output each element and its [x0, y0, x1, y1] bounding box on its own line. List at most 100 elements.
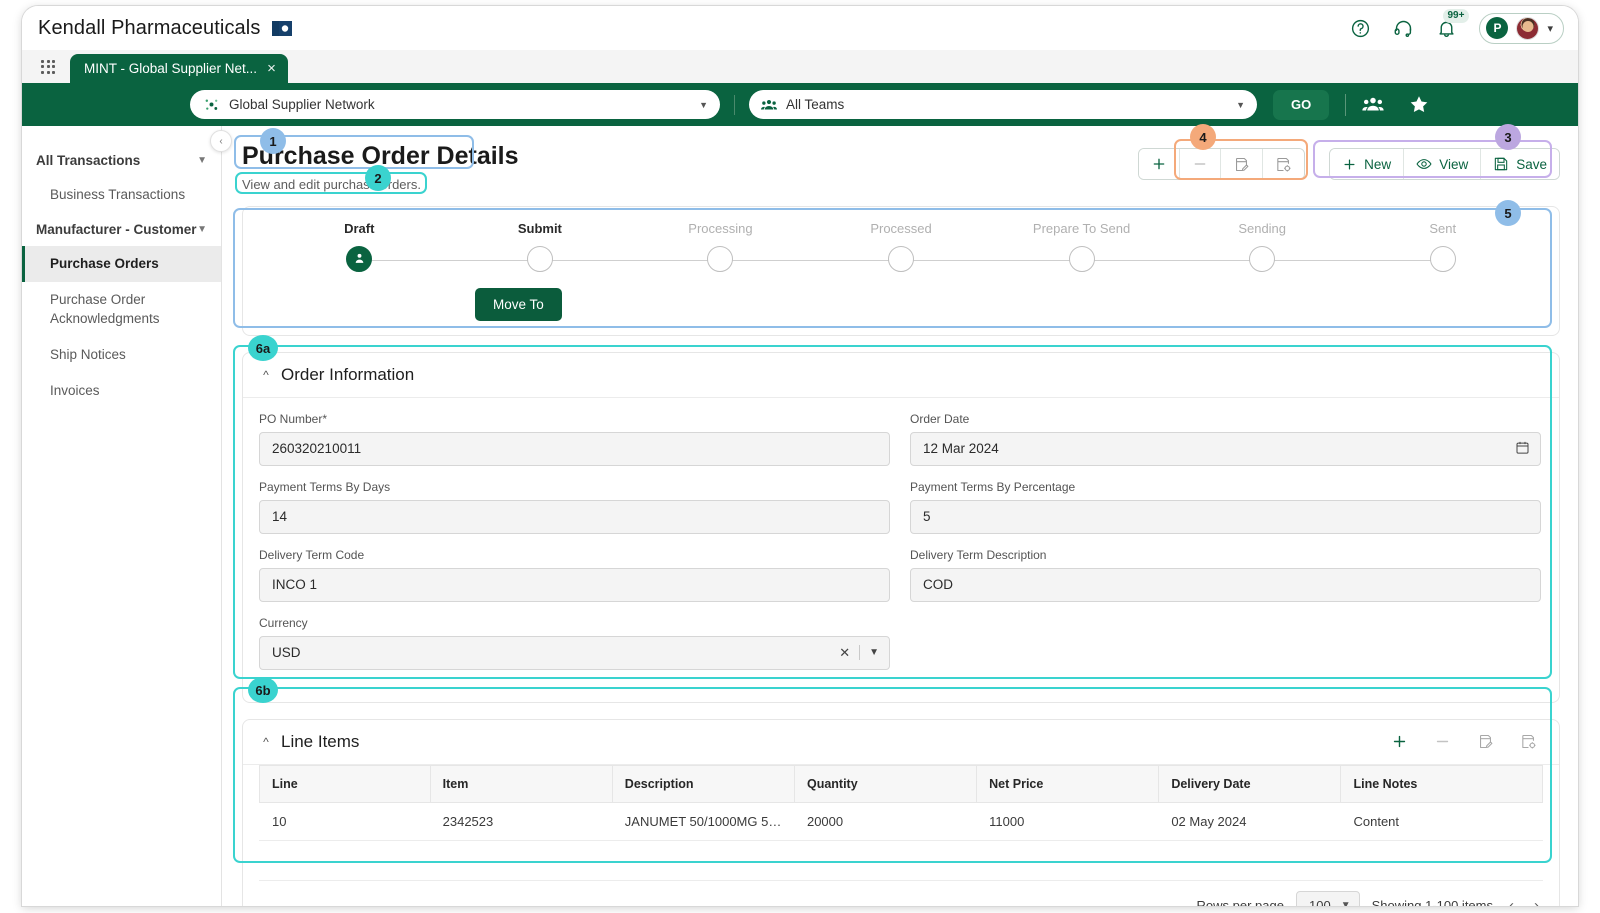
- rows-per-page-select[interactable]: 100 ▼: [1295, 890, 1360, 906]
- step-draft[interactable]: Draft: [269, 221, 540, 274]
- stepper-steps: Draft Submit Processing Processed Prepar…: [269, 221, 1533, 274]
- field-currency: Currency USD ✕ ▼: [259, 616, 890, 670]
- chevron-down-icon: ▼: [197, 155, 207, 166]
- delivery-term-description-input[interactable]: COD: [910, 567, 1541, 602]
- view-button-label: View: [1439, 156, 1469, 172]
- step-submit[interactable]: Submit: [450, 221, 721, 274]
- clear-icon[interactable]: ✕: [839, 645, 850, 661]
- remove-line-item-button[interactable]: [1434, 733, 1451, 750]
- move-to-button[interactable]: Move To: [475, 287, 562, 321]
- add-line-item-button[interactable]: [1391, 733, 1408, 750]
- order-date-input[interactable]: 12 Mar 2024: [910, 431, 1541, 466]
- calendar-icon[interactable]: [1515, 440, 1530, 458]
- chevron-down-icon: ▾: [1547, 22, 1553, 35]
- step-label: Sent: [1429, 220, 1457, 236]
- po-number-input[interactable]: 260320210011: [259, 431, 890, 466]
- currency-select[interactable]: USD ✕ ▼: [259, 635, 890, 670]
- new-button[interactable]: New: [1330, 149, 1405, 179]
- sidebar-item-purchase-order-acknowledgments[interactable]: Purchase Order Acknowledgments: [22, 282, 221, 336]
- profile-cloud-icon: P: [1486, 17, 1509, 39]
- field-label: Payment Terms By Days: [259, 479, 391, 494]
- edit-note-button[interactable]: [1477, 733, 1494, 750]
- sidebar-item-invoices[interactable]: Invoices: [22, 373, 221, 409]
- list-settings-button[interactable]: [1520, 733, 1537, 750]
- list-settings-button[interactable]: [1263, 149, 1305, 179]
- column-header-line-notes[interactable]: Line Notes: [1340, 764, 1543, 803]
- rows-per-page-value: 100: [1308, 898, 1331, 906]
- remove-record-button[interactable]: [1180, 149, 1222, 179]
- payment-terms-percentage-input[interactable]: 5: [910, 499, 1541, 534]
- step-processed[interactable]: Processed: [811, 221, 1082, 274]
- sidebar-collapse-button[interactable]: ‹: [210, 130, 232, 152]
- chevron-up-icon[interactable]: ^: [255, 735, 277, 749]
- step-indicator-draft: [346, 245, 373, 272]
- sidebar-item-ship-notices[interactable]: Ship Notices: [22, 337, 221, 373]
- tab-label: MINT - Global Supplier Net...: [84, 61, 258, 76]
- view-button[interactable]: View: [1404, 149, 1482, 179]
- table-empty-row: [259, 840, 1543, 881]
- notification-count-badge: 99+: [1443, 8, 1470, 23]
- step-sending[interactable]: Sending: [1172, 221, 1443, 274]
- sidebar-item-business-transactions[interactable]: Business Transactions: [22, 177, 221, 213]
- line-items-table-wrap: Line Item Description Quantity Net Price…: [243, 764, 1559, 881]
- cell-line: 10: [259, 802, 431, 841]
- cell-quantity: 20000: [794, 802, 977, 841]
- sidebar-item-purchase-orders[interactable]: Purchase Orders: [22, 246, 221, 283]
- field-order-date: Order Date 12 Mar 2024: [910, 412, 1541, 466]
- tab-mint-global-supplier-network[interactable]: MINT - Global Supplier Net... ×: [70, 54, 288, 83]
- titlebar-actions: 99+ P ▾: [1350, 8, 1564, 44]
- cell-delivery-date: 02 May 2024: [1158, 802, 1341, 841]
- field-label: Delivery Term Description: [910, 547, 1047, 562]
- header-actions: New View Save: [1138, 142, 1560, 180]
- action-toolbar: New View Save: [1329, 148, 1560, 180]
- column-header-delivery-date[interactable]: Delivery Date: [1158, 764, 1342, 803]
- notifications-bell-icon[interactable]: 99+: [1436, 8, 1470, 39]
- delivery-term-code-input[interactable]: INCO 1: [259, 567, 890, 602]
- line-items-header: ^ Line Items: [243, 720, 1559, 765]
- chevron-down-icon: ▼: [197, 224, 207, 236]
- field-value: 5: [923, 509, 931, 525]
- column-header-line[interactable]: Line: [259, 764, 431, 803]
- step-sent[interactable]: Sent: [1352, 221, 1533, 274]
- support-headset-icon[interactable]: [1393, 18, 1414, 39]
- network-select[interactable]: Global Supplier Network ▼: [190, 90, 720, 119]
- table-row[interactable]: 10 2342523 JANUMET 50/1000MG 56TAB 20000…: [259, 802, 1543, 841]
- app-grid-icon[interactable]: [30, 50, 66, 83]
- column-header-description[interactable]: Description: [611, 764, 795, 803]
- chevron-down-icon: ▼: [1236, 99, 1245, 110]
- save-button[interactable]: Save: [1481, 149, 1559, 179]
- column-header-net-price[interactable]: Net Price: [976, 764, 1160, 803]
- go-button[interactable]: GO: [1273, 89, 1330, 120]
- user-profile-menu[interactable]: P ▾: [1479, 12, 1564, 44]
- edit-note-button[interactable]: [1221, 149, 1264, 179]
- close-icon[interactable]: ×: [267, 61, 276, 76]
- sidebar-group-manufacturer-customer[interactable]: Manufacturer - Customer ▼: [22, 213, 221, 246]
- navbar-divider: [734, 94, 735, 115]
- help-icon[interactable]: [1350, 18, 1371, 39]
- step-indicator-processed: [888, 245, 915, 272]
- sidebar-group-label: All Transactions: [36, 153, 141, 168]
- tab-strip: MINT - Global Supplier Net... ×: [22, 50, 1578, 83]
- add-record-button[interactable]: [1139, 149, 1181, 179]
- table-pagination: Rows per page 100 ▼ Showing 1-100 items …: [243, 881, 1559, 906]
- chevron-down-icon: ▼: [699, 99, 708, 110]
- step-processing[interactable]: Processing: [630, 221, 902, 274]
- column-header-item[interactable]: Item: [429, 764, 613, 803]
- favorites-star-icon[interactable]: [1408, 94, 1430, 115]
- previous-page-button[interactable]: ‹: [1505, 897, 1518, 906]
- field-value: 12 Mar 2024: [923, 441, 999, 457]
- people-icon[interactable]: [1362, 96, 1384, 113]
- team-select[interactable]: All Teams ▼: [749, 90, 1257, 119]
- column-header-quantity[interactable]: Quantity: [793, 764, 978, 803]
- field-label: PO Number*: [259, 411, 328, 426]
- line-items-title: Line Items: [281, 731, 360, 751]
- brand-name: Kendall Pharmaceuticals: [38, 16, 261, 39]
- next-page-button[interactable]: ›: [1530, 897, 1543, 906]
- network-select-value: Global Supplier Network: [229, 97, 375, 112]
- team-select-value: All Teams: [786, 97, 845, 112]
- payment-terms-days-input[interactable]: 14: [259, 499, 890, 534]
- step-prepare-to-send[interactable]: Prepare To Send: [991, 221, 1263, 274]
- sidebar-group-all-transactions[interactable]: All Transactions ▼: [22, 144, 221, 177]
- chevron-up-icon[interactable]: ^: [255, 368, 277, 382]
- chevron-down-icon[interactable]: ▼: [869, 647, 879, 658]
